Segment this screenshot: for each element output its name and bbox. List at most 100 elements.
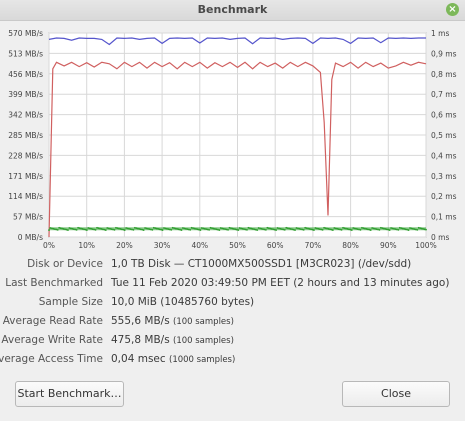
y-right-tick-label: 0,1 ms [431, 213, 457, 222]
y-right-tick-label: 0,9 ms [431, 49, 457, 58]
access-time-point [218, 229, 221, 231]
y-left-tick-label: 57 MB/s [13, 213, 43, 222]
access-time-samples: (1000 samples) [169, 355, 236, 365]
y-left-tick-label: 228 MB/s [8, 151, 43, 160]
access-time-point [407, 229, 410, 231]
benchmark-window: Benchmark × 0 MB/s 0 ms 57 MB/s 0,1 ms 114 M… [0, 0, 465, 421]
x-tick-label: 90% [380, 241, 397, 250]
close-icon[interactable]: × [446, 3, 459, 16]
write-rate-value: 475,8 MB/s [111, 334, 170, 346]
x-tick-label: 60% [267, 241, 284, 250]
y-left-tick-label: 399 MB/s [8, 90, 43, 99]
y-right-tick-label: 1 ms [431, 29, 449, 38]
access-time-point [350, 229, 353, 231]
access-time-point [227, 228, 229, 231]
read-rate-value-wrap: 555,6 MB/s (100 samples) [111, 315, 234, 327]
info-row-last-benchmarked: Last Benchmarked Tue 11 Feb 2020 03:49:5… [0, 277, 465, 295]
access-time-point [321, 228, 324, 231]
info-row-access-time: Average Access Time 0,04 msec (1000 samp… [0, 353, 465, 371]
y-right-tick-label: 0,7 ms [431, 90, 457, 99]
access-time-point [302, 228, 305, 231]
access-time-point [340, 228, 343, 231]
access-time-point [161, 229, 164, 231]
y-left-tick-label: 456 MB/s [8, 70, 43, 79]
access-time-point [369, 229, 372, 231]
x-tick-label: 70% [305, 241, 322, 250]
access-time-point [180, 229, 183, 231]
access-time-point [56, 228, 59, 231]
device-label: Disk or Device [27, 258, 103, 270]
access-time-point [94, 228, 97, 231]
access-time-point [359, 228, 362, 231]
access-time-point [189, 228, 192, 231]
access-time-point [199, 229, 202, 231]
y-right-tick-label: 0,3 ms [431, 172, 457, 181]
read-rate-samples: (100 samples) [173, 317, 234, 327]
access-time-point [294, 229, 296, 231]
read-rate-value: 555,6 MB/s [111, 315, 170, 327]
y-right-tick-label: 0,2 ms [431, 192, 457, 201]
info-row-sample-size: Sample Size 10,0 MiB (10485760 bytes) [0, 296, 465, 314]
access-time-point [416, 228, 419, 231]
device-value: 1,0 TB Disk — CT1000MX500SSD1 [M3CR023] … [111, 258, 412, 270]
access-time-point [142, 229, 145, 231]
access-time-point [132, 228, 135, 231]
access-time-point [48, 229, 50, 231]
access-time-point [256, 229, 259, 231]
access-time-value: 0,04 msec [111, 353, 166, 365]
y-left-tick-label: 342 MB/s [8, 111, 43, 120]
y-right-tick-label: 0,8 ms [431, 70, 457, 79]
x-tick-label: 30% [154, 241, 171, 250]
access-time-point [75, 228, 78, 231]
access-time-point [283, 228, 286, 231]
x-tick-label: 10% [78, 241, 95, 250]
access-time-point [170, 228, 173, 231]
y-left-tick-label: 114 MB/s [8, 192, 43, 201]
y-left-tick-label: 513 MB/s [8, 49, 43, 58]
access-time-point [313, 229, 315, 231]
info-row-write-rate: Average Write Rate 475,8 MB/s (100 sampl… [0, 334, 465, 352]
benchmark-chart: 0 MB/s 0 ms57 MB/s 0,1 ms114 MB/s 0,2 ms171… [8, 29, 457, 250]
read-rate-label: Average Read Rate [2, 315, 103, 327]
access-time-point [275, 229, 277, 231]
access-time-point [151, 228, 154, 231]
access-time-point [67, 229, 69, 231]
x-tick-label: 100% [415, 241, 436, 250]
info-row-device: Disk or Device 1,0 TB Disk — CT1000MX500… [0, 258, 465, 276]
info-row-read-rate: Average Read Rate 555,6 MB/s (100 sample… [0, 315, 465, 333]
x-tick-label: 40% [191, 241, 208, 250]
y-right-tick-label: 0,4 ms [431, 151, 457, 160]
titlebar: Benchmark × [0, 0, 465, 21]
close-button[interactable]: Close [342, 381, 450, 407]
access-time-point [425, 228, 427, 231]
access-time-point [237, 229, 240, 231]
access-time-point [331, 229, 334, 231]
start-benchmark-button[interactable]: Start Benchmark… [15, 381, 124, 407]
access-time-point [113, 228, 116, 231]
y-right-tick-label: 0,5 ms [431, 131, 457, 140]
y-left-tick-label: 171 MB/s [8, 172, 43, 181]
access-time-point [246, 228, 248, 231]
sample-size-label: Sample Size [38, 296, 103, 308]
window-title: Benchmark [197, 3, 268, 16]
x-tick-label: 20% [116, 241, 133, 250]
access-time-point [264, 228, 267, 231]
access-time-point [208, 228, 211, 231]
access-time-point [397, 228, 400, 231]
y-left-tick-label: 0 MB/s [18, 233, 43, 242]
access-time-point [378, 228, 381, 231]
x-tick-label: 50% [229, 241, 246, 250]
access-time-point [104, 229, 107, 231]
write-rate-value-wrap: 475,8 MB/s (100 samples) [111, 334, 234, 346]
y-left-tick-label: 285 MB/s [8, 131, 43, 140]
write-rate-label: Average Write Rate [1, 334, 103, 346]
x-tick-label: 80% [342, 241, 359, 250]
x-tick-label: 0% [43, 241, 55, 250]
access-time-point [123, 229, 126, 231]
access-time-point [388, 229, 391, 231]
sample-size-value: 10,0 MiB (10485760 bytes) [111, 296, 255, 308]
last-benchmarked-value: Tue 11 Feb 2020 03:49:50 PM EET (2 hours… [111, 277, 450, 289]
y-right-tick-label: 0,6 ms [431, 111, 457, 120]
write-rate-samples: (100 samples) [173, 336, 234, 346]
access-time-point [85, 229, 88, 231]
